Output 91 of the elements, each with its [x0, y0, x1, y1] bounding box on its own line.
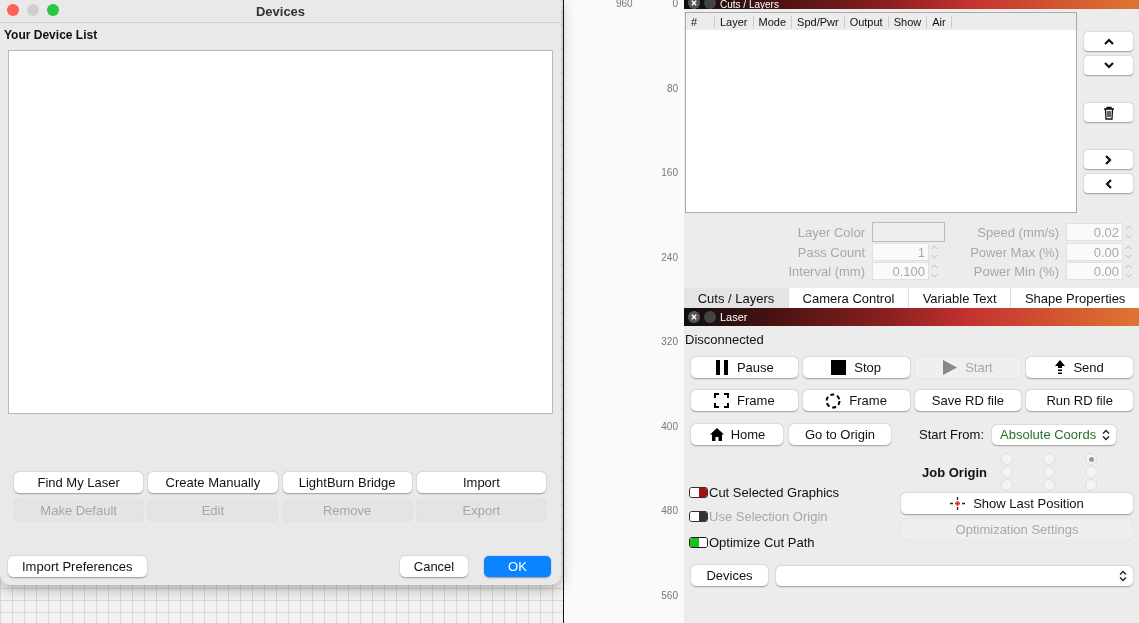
laser-button[interactable]: Save RD file [914, 390, 1022, 411]
cancel-button[interactable]: Cancel [400, 556, 468, 577]
crosshair-icon [950, 497, 966, 510]
column-header[interactable]: Output [844, 15, 889, 28]
move-button[interactable] [1084, 150, 1133, 169]
ruler-label: 160 [661, 167, 678, 178]
home-button[interactable]: Home [691, 424, 783, 445]
tab[interactable]: Cuts / Layers [684, 288, 789, 308]
origin-radio[interactable] [1001, 479, 1013, 491]
dashed-circle-icon [825, 392, 842, 409]
stepper-icon[interactable] [1124, 243, 1133, 261]
stop-icon [831, 360, 847, 375]
action-button[interactable]: Find My Laser [14, 472, 144, 493]
panel-title: Laser [720, 311, 748, 323]
trash-icon [1102, 105, 1115, 120]
laser-button[interactable]: Frame [802, 390, 910, 411]
origin-radio[interactable] [1085, 453, 1097, 465]
ruler-label: 960 [616, 0, 633, 9]
ruler-label: 0 [672, 0, 678, 9]
toggle-label: Optimize Cut Path [709, 534, 815, 550]
device-dropdown[interactable] [776, 565, 1133, 586]
action-button[interactable]: Create Manually [148, 472, 278, 493]
chevron-down-icon [1103, 62, 1114, 69]
column-header[interactable]: Layer [715, 15, 754, 28]
move-button[interactable] [1084, 174, 1133, 193]
close-icon[interactable] [688, 0, 700, 9]
ruler-label: 320 [661, 336, 678, 347]
toggle-switch[interactable] [689, 536, 708, 548]
minimize-icon[interactable] [27, 4, 39, 16]
stepper-icon[interactable] [930, 262, 939, 280]
ok-button[interactable]: OK [484, 556, 551, 577]
field-label: Layer Color [796, 224, 865, 240]
laser-button[interactable]: Stop [802, 357, 910, 378]
toggle-label: Use Selection Origin [709, 508, 828, 524]
device-list[interactable] [8, 50, 553, 414]
pause-icon [714, 360, 729, 375]
column-header[interactable]: Spd/Pwr [792, 15, 845, 28]
job-origin-label: Job Origin [922, 464, 987, 480]
move-button[interactable] [1084, 32, 1133, 51]
start-from-label: Start From: [919, 427, 984, 442]
updown-icon [1119, 569, 1127, 582]
action-button[interactable]: Import [416, 472, 546, 493]
move-button[interactable] [1084, 56, 1133, 75]
laser-button[interactable]: Pause [691, 357, 798, 378]
laser-button[interactable]: Run RD file [1026, 390, 1133, 411]
field-label: Speed (mm/s) [976, 224, 1059, 240]
field-label: Interval (mm) [787, 263, 865, 279]
chevron-right-icon [1105, 154, 1112, 165]
toggle-switch[interactable] [689, 486, 708, 498]
import-preferences-button[interactable]: Import Preferences [8, 556, 147, 577]
column-header[interactable]: Show [888, 15, 928, 28]
ruler-label: 480 [661, 505, 678, 516]
origin-radio[interactable] [1085, 479, 1097, 491]
column-header[interactable]: # [686, 15, 715, 28]
go-to-origin-button[interactable]: Go to Origin [789, 424, 891, 445]
tab[interactable]: Camera Control [788, 288, 909, 308]
devices-button[interactable]: Devices [691, 565, 768, 586]
show-last-position-button[interactable]: Show Last Position [901, 493, 1133, 514]
field-label: Power Min (%) [972, 263, 1059, 279]
start-from-dropdown[interactable]: Absolute Coords [992, 424, 1117, 445]
tab[interactable]: Shape Properties [1011, 288, 1139, 308]
stepper-icon[interactable] [930, 243, 939, 261]
updown-icon [1102, 428, 1111, 441]
zoom-icon[interactable] [47, 4, 59, 16]
origin-radio[interactable] [1043, 479, 1055, 491]
stepper-icon[interactable] [1124, 223, 1133, 241]
chevron-up-icon [1103, 38, 1114, 45]
field-label: Power Max (%) [969, 244, 1059, 260]
laser-button[interactable]: Send [1026, 357, 1133, 378]
play-icon [943, 360, 958, 375]
ruler-label: 560 [661, 589, 678, 601]
house-icon [708, 427, 725, 442]
action-button[interactable]: LightBurn Bridge [282, 472, 412, 493]
laser-button[interactable]: Frame [691, 390, 798, 411]
field-label: Pass Count [796, 244, 865, 260]
tab[interactable]: Variable Text [909, 288, 1012, 308]
stepper-icon[interactable] [1124, 262, 1133, 280]
ruler-label: 80 [666, 82, 678, 94]
window-title: Devices [255, 3, 306, 19]
chevron-left-icon [1105, 178, 1112, 189]
ruler-label: 240 [661, 251, 678, 263]
color-swatch[interactable] [872, 222, 945, 242]
list-label: Your Device List [4, 28, 99, 42]
toggle-label: Cut Selected Graphics [709, 484, 840, 500]
delete-button[interactable] [1084, 103, 1133, 122]
column-header[interactable]: Air [927, 15, 952, 28]
column-header[interactable]: Mode [753, 15, 793, 28]
connection-status: Disconnected [685, 332, 765, 347]
close-icon[interactable] [688, 311, 700, 323]
ruler-label: 400 [661, 420, 678, 432]
upload-arrow-icon [1055, 360, 1066, 375]
